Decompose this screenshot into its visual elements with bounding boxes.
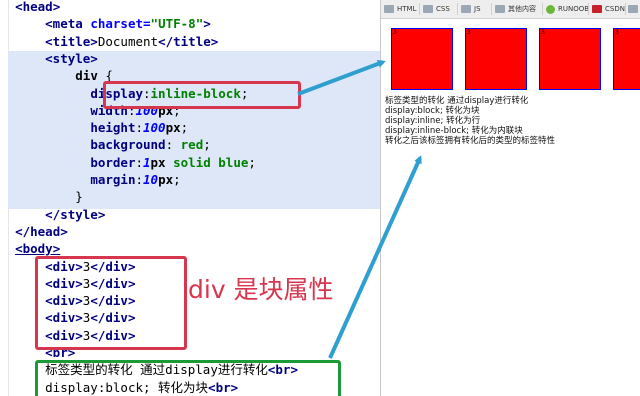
preview-text-line: display:inline; 转化为行 <box>385 116 481 126</box>
div-block-annotation: div 是块属性 <box>188 275 334 304</box>
code-line: </head> <box>15 223 68 239</box>
code-line: <style> <box>45 50 98 66</box>
folder-icon <box>495 5 505 13</box>
code-line: div { <box>75 68 113 84</box>
code-line: <head> <box>15 0 61 14</box>
code-line: } <box>75 189 83 205</box>
code-editor[interactable]: <head> <meta charset="UTF-8"> <title>Doc… <box>0 0 380 396</box>
code-line: <title>Document</title> <box>45 33 219 49</box>
bookmark-html[interactable]: HTML <box>384 3 416 15</box>
folder-icon <box>628 5 638 13</box>
bookmark-pi[interactable]: Pi <box>628 3 640 15</box>
div-list-outline <box>35 256 187 350</box>
bookmark-separator <box>457 3 458 15</box>
explanation-text-outline <box>35 360 341 396</box>
code-line: border:1px solid blue; <box>90 154 256 170</box>
preview-div-box: 3 <box>391 28 453 90</box>
preview-div-box: 3 <box>613 28 640 90</box>
preview-text-line: 标签类型的转化 通过display进行转化 <box>385 96 529 106</box>
bookmark-separator <box>491 3 492 15</box>
bookmark-js[interactable]: JS <box>461 3 481 15</box>
bookmark-runoob[interactable]: RUNOOB <box>546 3 589 15</box>
folder-icon <box>461 5 471 13</box>
code-line: </style> <box>45 206 106 222</box>
preview-div-box: 3 <box>465 28 527 90</box>
csdn-icon <box>592 5 602 13</box>
preview-text-line: display:inline-block; 转化为内联块 <box>385 126 523 136</box>
bookmark-other[interactable]: 其他内容 <box>495 3 536 15</box>
bookmark-separator <box>625 3 626 15</box>
bookmark-separator <box>542 3 543 15</box>
bookmark-css[interactable]: CSS <box>423 3 450 15</box>
code-line: margin:10px; <box>90 172 181 187</box>
bookmark-csdn[interactable]: CSDN <box>592 3 625 15</box>
browser-preview[interactable]: HTML CSS JS 其他内容 RUNOOB CSDN Pi 3 3 3 3 … <box>380 0 640 396</box>
preview-text-line: display:block; 转化为块 <box>385 106 480 116</box>
folder-icon <box>423 5 433 13</box>
bookmark-separator <box>419 3 420 15</box>
code-line: <meta charset="UTF-8"> <box>45 16 211 32</box>
folder-icon <box>384 5 394 13</box>
code-line: background: red; <box>90 137 211 153</box>
code-line: height:100px; <box>90 120 189 136</box>
bookmarks-bar: HTML CSS JS 其他内容 RUNOOB CSDN Pi <box>381 0 640 19</box>
runoob-icon <box>546 4 555 14</box>
preview-text-line: 转化之后该标签拥有转化后的类型的标签特性 <box>385 136 556 146</box>
display-property-outline <box>103 81 301 109</box>
preview-div-box: 3 <box>539 28 601 90</box>
code-line: <body> <box>15 241 61 257</box>
bookmark-separator <box>588 3 589 15</box>
